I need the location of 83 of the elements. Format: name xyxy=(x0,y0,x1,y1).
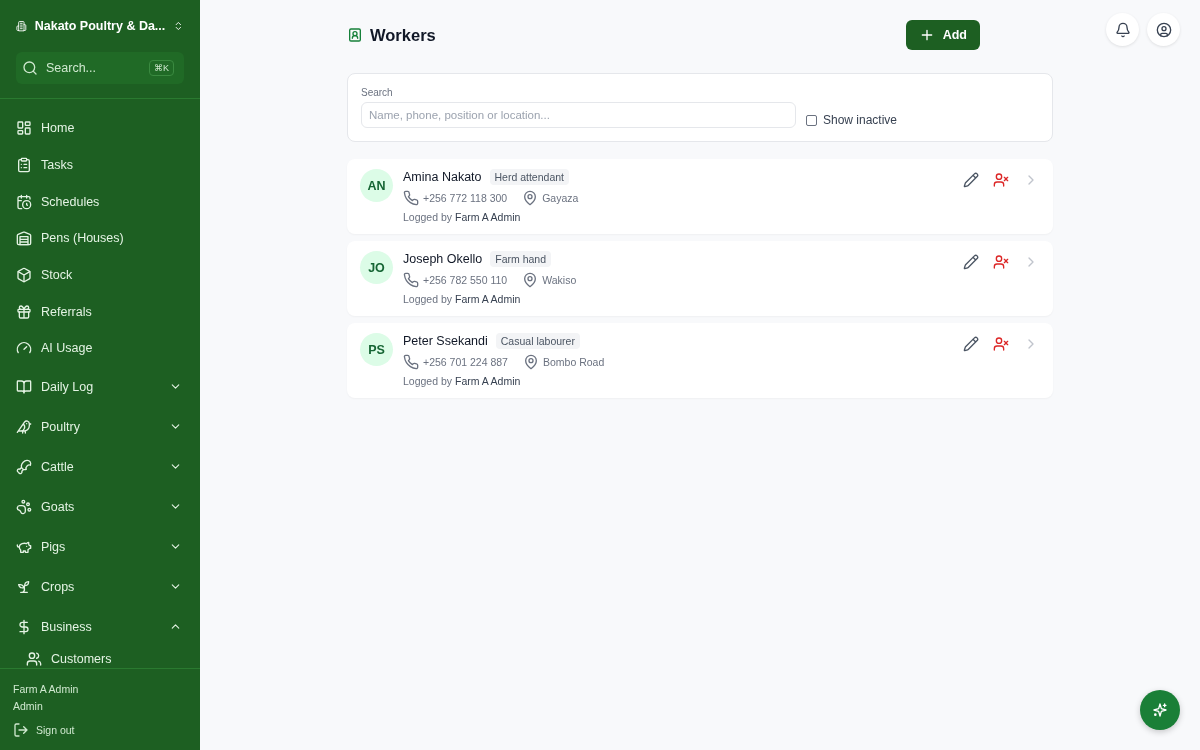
clipboard-icon xyxy=(16,157,32,174)
sidebar-search-field[interactable]: Search... ⌘K xyxy=(16,52,184,84)
logged-by-text: Logged by Farm A Admin xyxy=(403,211,522,223)
logged-by-text: Logged by Farm A Admin xyxy=(403,375,522,387)
sidebar-item[interactable]: Goats xyxy=(16,486,200,527)
id-badge-icon xyxy=(347,27,363,43)
phone-number: +256 782 550 110 xyxy=(423,274,508,286)
sidebar-item[interactable]: Poultry xyxy=(16,406,200,447)
location-text: Wakiso xyxy=(542,274,577,286)
sprout-icon xyxy=(16,578,32,595)
worker-name[interactable]: Amina Nakato xyxy=(403,170,482,184)
position-tag: Casual labourer xyxy=(495,333,580,349)
sidebar-item[interactable]: Tasks xyxy=(16,146,200,184)
sign-out-link[interactable]: Sign out xyxy=(13,722,187,738)
sidebar-item[interactable]: Crops xyxy=(16,566,200,607)
users-icon xyxy=(26,650,42,667)
sidebar-item[interactable]: Home xyxy=(16,110,200,147)
user-role: Admin xyxy=(13,700,44,712)
phone-number: +256 772 118 300 xyxy=(423,192,508,204)
worker-card[interactable]: PS Peter Ssekandi Casual labourer +256 701 224 887 Bombo Road Logged by Farm A Admin xyxy=(347,323,1053,398)
map-pin-icon xyxy=(522,272,539,288)
avatar-initials: AN xyxy=(360,169,393,202)
edit-icon[interactable] xyxy=(963,336,979,352)
map-pin-icon xyxy=(522,190,539,206)
edit-icon[interactable] xyxy=(963,172,979,188)
sidebar-item[interactable]: Cattle xyxy=(16,446,200,487)
edit-icon[interactable] xyxy=(963,254,979,270)
phone-icon xyxy=(403,272,419,288)
sidebar-item[interactable]: AI Usage xyxy=(16,330,200,367)
avatar-initials: JO xyxy=(360,251,393,284)
logged-by-text: Logged by Farm A Admin xyxy=(403,293,522,305)
calendar-clock-icon xyxy=(16,193,32,210)
building-icon xyxy=(16,18,27,34)
box-icon xyxy=(16,267,32,284)
user-remove-icon[interactable] xyxy=(993,336,1009,352)
sidebar-item[interactable]: Pens (Houses) xyxy=(16,220,200,257)
meat-icon xyxy=(16,458,32,475)
worker-card[interactable]: JO Joseph Okello Farm hand +256 782 550 110 Wakiso Logged by Farm A Admin xyxy=(347,241,1053,316)
location-text: Gayaza xyxy=(542,192,579,204)
search-field[interactable]: Name, phone, position or location... xyxy=(361,102,796,128)
sidebar-item[interactable]: Daily Log xyxy=(16,366,200,407)
map-pin-icon xyxy=(522,354,539,370)
location-text: Bombo Road xyxy=(542,356,605,368)
add-button[interactable]: Add xyxy=(905,20,980,50)
grid-icon xyxy=(16,120,32,137)
warehouse-icon xyxy=(16,230,32,247)
page-title: Workers xyxy=(370,25,437,45)
sidebar-subitem[interactable]: Customers xyxy=(16,646,200,668)
position-tag: Herd attendant xyxy=(489,169,569,185)
book-icon xyxy=(16,378,32,395)
avatar-initials: PS xyxy=(360,333,393,366)
dollar-icon xyxy=(16,618,32,635)
sidebar-item[interactable]: Stock xyxy=(16,256,200,294)
sidebar-item[interactable]: Referrals xyxy=(16,293,200,331)
phone-icon xyxy=(403,190,419,206)
notifications-button[interactable] xyxy=(1106,13,1139,46)
search-label: Search xyxy=(361,87,394,98)
gift-icon xyxy=(16,303,32,320)
sparkles-icon xyxy=(1152,702,1168,718)
sidebar-item[interactable]: Pigs xyxy=(16,526,200,567)
sidebar-item[interactable]: Schedules xyxy=(16,183,200,221)
logout-icon xyxy=(13,722,29,738)
position-tag: Farm hand xyxy=(490,251,551,267)
shortcut-hint: ⌘K xyxy=(149,60,174,76)
phone-number: +256 701 224 887 xyxy=(423,356,508,368)
checkbox-label[interactable]: Show inactive xyxy=(823,113,898,127)
search-icon xyxy=(22,60,38,76)
user-remove-icon[interactable] xyxy=(993,172,1009,188)
user-remove-icon[interactable] xyxy=(993,254,1009,270)
farm-name[interactable]: Nakato Poultry & Da... xyxy=(34,19,166,33)
phone-icon xyxy=(403,354,419,370)
worker-name[interactable]: Peter Ssekandi xyxy=(403,334,488,348)
worker-card[interactable]: AN Amina Nakato Herd attendant +256 772 118 300 Gayaza Logged by Farm A Admin xyxy=(347,159,1053,234)
bell-icon xyxy=(1114,21,1131,38)
user-circle-icon xyxy=(1155,21,1172,38)
worker-name[interactable]: Joseph Okello xyxy=(403,252,483,266)
paw-icon xyxy=(16,498,32,515)
sidebar-item[interactable]: Business xyxy=(16,606,200,647)
account-button[interactable] xyxy=(1147,13,1180,46)
bird-icon xyxy=(16,418,32,435)
assistant-button[interactable] xyxy=(1140,690,1180,730)
user-name: Farm A Admin xyxy=(13,683,80,695)
checkbox[interactable] xyxy=(806,114,817,126)
